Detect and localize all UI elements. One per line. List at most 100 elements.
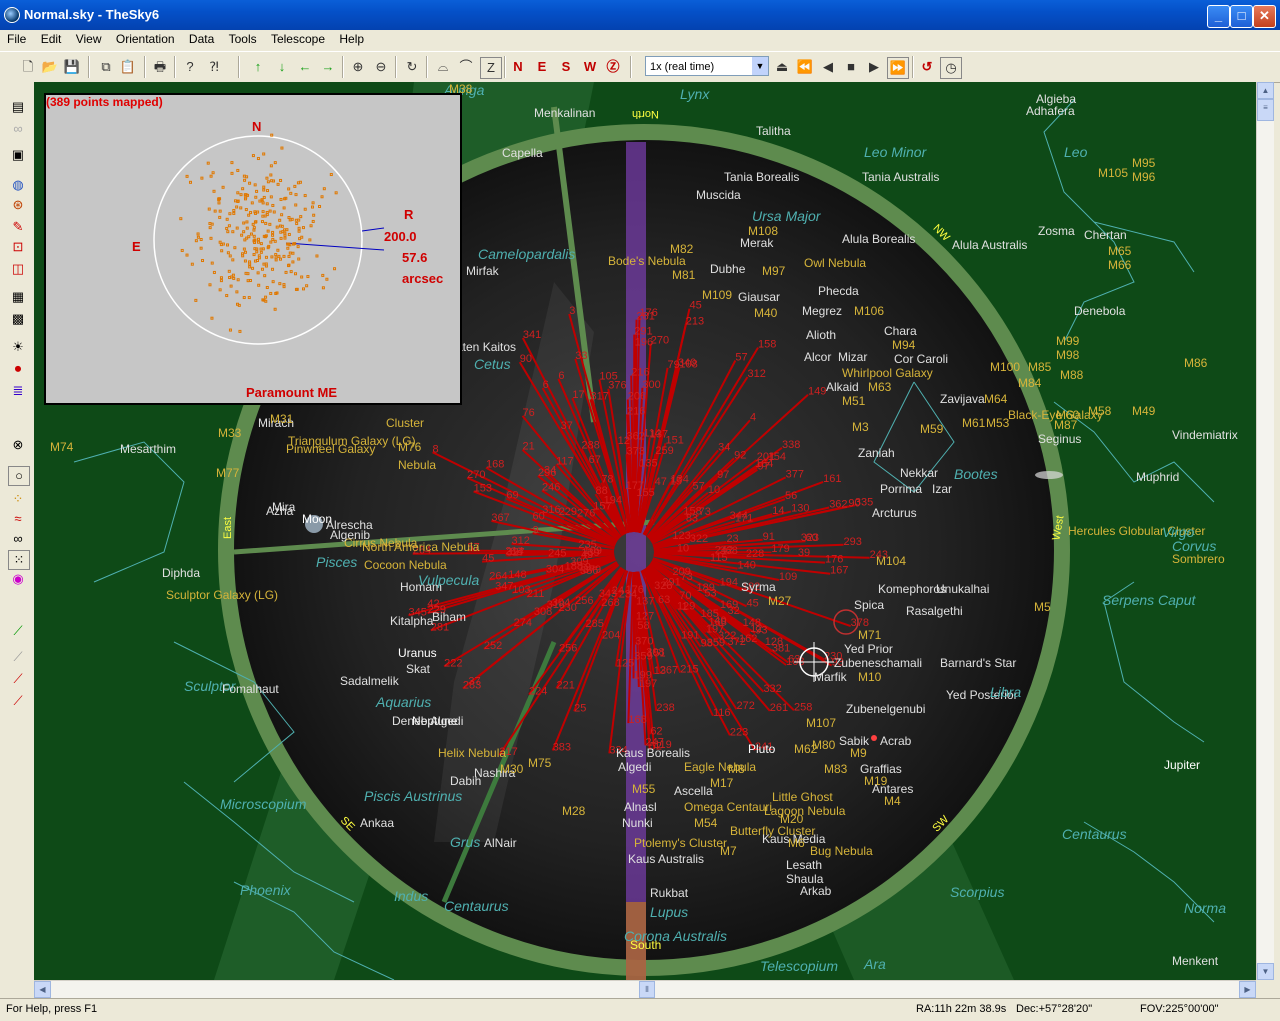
sky-label-star[interactable]: Azha (266, 504, 293, 518)
sky-label-dso[interactable]: M87 (1054, 418, 1077, 432)
sky-label-star[interactable]: Tania Australis (862, 170, 939, 184)
sky-label-star[interactable]: Nekkar (900, 466, 938, 480)
sky-label-star[interactable]: Ascella (674, 784, 713, 798)
sky-label-star[interactable]: Adhafera (1026, 104, 1075, 118)
sky-label-con[interactable]: Telescopium (760, 958, 838, 974)
sky-label-star[interactable]: Algedi (618, 760, 651, 774)
context-help-icon[interactable]: ⁈ (204, 57, 224, 77)
sky-label-dso[interactable]: M106 (854, 304, 884, 318)
sky-label-con[interactable]: Lynx (680, 86, 709, 102)
sky-label-star[interactable]: Zosma (1038, 224, 1075, 238)
clock-icon[interactable]: ◷ (940, 57, 962, 79)
sky-label-dso[interactable]: Eagle Nebula (684, 760, 756, 774)
sky-label-dso[interactable]: M99 (1056, 334, 1079, 348)
sky-label-dso[interactable]: M77 (216, 466, 239, 480)
chart-b-icon[interactable]: ▩ (8, 310, 28, 328)
sky-label-star[interactable]: Spica (854, 598, 884, 612)
horizontal-scrollbar[interactable]: ◀ ⦀ ▶ (34, 980, 1256, 998)
sky-label-star[interactable]: Menkent (1172, 954, 1218, 968)
sky-label-star[interactable]: Kaus Borealis (616, 746, 690, 760)
sky-label-dso[interactable]: Cluster (386, 416, 424, 430)
sky-label-dso[interactable]: M83 (824, 762, 847, 776)
tool-c-icon[interactable]: ◫ (8, 260, 28, 278)
record-icon[interactable]: ⏺ (8, 360, 28, 378)
sky-label-dso[interactable]: Bug Nebula (810, 844, 873, 858)
sky-label-star[interactable]: Giausar (738, 290, 780, 304)
sky-label-star[interactable]: Yed Prior (844, 642, 893, 656)
path-icon[interactable]: ∞ (8, 530, 28, 548)
sky-label-star[interactable]: Sadalmelik (340, 674, 399, 688)
sky-label-con[interactable]: Indus (394, 888, 428, 904)
sky-label-con[interactable]: Scorpius (950, 884, 1004, 900)
vertical-scrollbar[interactable]: ▲ ≡ ▼ (1256, 82, 1274, 980)
orbit-icon[interactable]: ≈ (8, 510, 28, 528)
meridian-icon[interactable]: ⌒ (456, 57, 476, 77)
look-north-icon[interactable]: N (508, 57, 528, 77)
sky-label-dso[interactable]: M17 (710, 776, 733, 790)
sky-label-star[interactable]: Zubeneschamali (834, 656, 922, 670)
arrow-up-icon[interactable]: ↑ (248, 57, 268, 77)
sky-label-con[interactable]: Microscopium (220, 796, 306, 812)
zenith-icon[interactable]: Z (480, 57, 502, 79)
sky-label-dso[interactable]: M10 (858, 670, 881, 684)
sky-label-star[interactable]: Muscida (696, 188, 741, 202)
sky-label-planet[interactable]: Jupiter (1164, 758, 1200, 772)
sky-label-dso[interactable]: M62 (794, 742, 817, 756)
fast-forward-icon[interactable]: ⏩ (887, 57, 909, 79)
menu-view[interactable]: View (72, 30, 106, 48)
chevron-down-icon[interactable]: ▼ (752, 57, 768, 75)
sky-label-con[interactable]: Camelopardalis (478, 246, 575, 262)
sky-label-dso[interactable]: Lagoon Nebula (764, 804, 845, 818)
arrow-down-icon[interactable]: ↓ (272, 57, 292, 77)
telescope-slew-icon[interactable]: ⟋ (8, 670, 28, 688)
sky-label-dso[interactable]: M96 (1132, 170, 1155, 184)
sky-label-star[interactable]: Mirfak (466, 264, 499, 278)
sky-label-con[interactable]: Centaurus (1062, 826, 1127, 842)
sky-label-star[interactable]: Megrez (802, 304, 842, 318)
zoom-in-icon[interactable]: ⊕ (348, 57, 368, 77)
sky-label-star[interactable]: Arcturus (872, 506, 917, 520)
sky-label-dso[interactable]: M81 (672, 268, 695, 282)
sky-label-dso[interactable]: M5 (1034, 600, 1051, 614)
sky-label-star[interactable]: Vindemiatrix (1172, 428, 1238, 442)
menu-telescope[interactable]: Telescope (267, 30, 329, 48)
sky-label-star[interactable]: Alkaid (826, 380, 859, 394)
sky-label-dso[interactable]: Sculptor Galaxy (LG) (166, 588, 278, 602)
sky-label-star[interactable]: Muphrid (1136, 470, 1179, 484)
sky-label-con[interactable]: Corona Australis (624, 928, 727, 944)
horizon-icon[interactable]: ⌓ (433, 57, 453, 77)
paste-icon[interactable]: 📋 (118, 57, 138, 77)
sky-label-star[interactable]: Merak (740, 236, 773, 250)
sky-label-dso[interactable]: M95 (1132, 156, 1155, 170)
sky-label-star[interactable]: Alrescha (326, 518, 373, 532)
sky-label-star[interactable]: Diphda (162, 566, 200, 580)
sky-label-dso[interactable]: M98 (1056, 348, 1079, 362)
sky-label-dso[interactable]: M84 (1018, 376, 1041, 390)
sky-label-dso[interactable]: M7 (720, 844, 737, 858)
sky-label-con[interactable]: Aquarius (376, 694, 431, 710)
sky-label-dso[interactable]: M58 (1088, 404, 1111, 418)
sky-label-dso[interactable]: M104 (876, 554, 906, 568)
sky-label-star[interactable]: Zubenelgenubi (846, 702, 925, 716)
sky-label-star[interactable]: Unukalhai (936, 582, 989, 596)
sky-label-dso[interactable]: M97 (762, 264, 785, 278)
tool-a-icon[interactable]: ✎ (8, 218, 28, 236)
sky-label-dso[interactable]: M74 (50, 440, 73, 454)
grid-globe-icon[interactable]: ⊛ (8, 196, 28, 214)
sky-label-star[interactable]: AlNair (484, 836, 517, 850)
sky-label-star[interactable]: Arkab (800, 884, 831, 898)
sky-label-con[interactable]: Lupus (650, 904, 688, 920)
stack-icon[interactable]: ≣ (8, 382, 28, 400)
open-icon[interactable]: 📂 (40, 57, 60, 77)
menu-file[interactable]: File (3, 30, 30, 48)
sky-label-dso[interactable]: M49 (1132, 404, 1155, 418)
sky-label-star[interactable]: Porrima (880, 482, 922, 496)
sky-label-star[interactable]: Seginus (1038, 432, 1081, 446)
sky-label-dso[interactable]: Little Ghost (772, 790, 833, 804)
sky-label-con[interactable]: Pisces (316, 554, 357, 570)
stop-icon[interactable]: ■ (841, 57, 861, 77)
sky-label-con[interactable]: Centaurus (444, 898, 509, 914)
sky-label-dso[interactable]: Whirlpool Galaxy (842, 366, 933, 380)
zoom-out-icon[interactable]: ⊖ (371, 57, 391, 77)
scroll-right-button[interactable]: ▶ (1239, 981, 1256, 998)
